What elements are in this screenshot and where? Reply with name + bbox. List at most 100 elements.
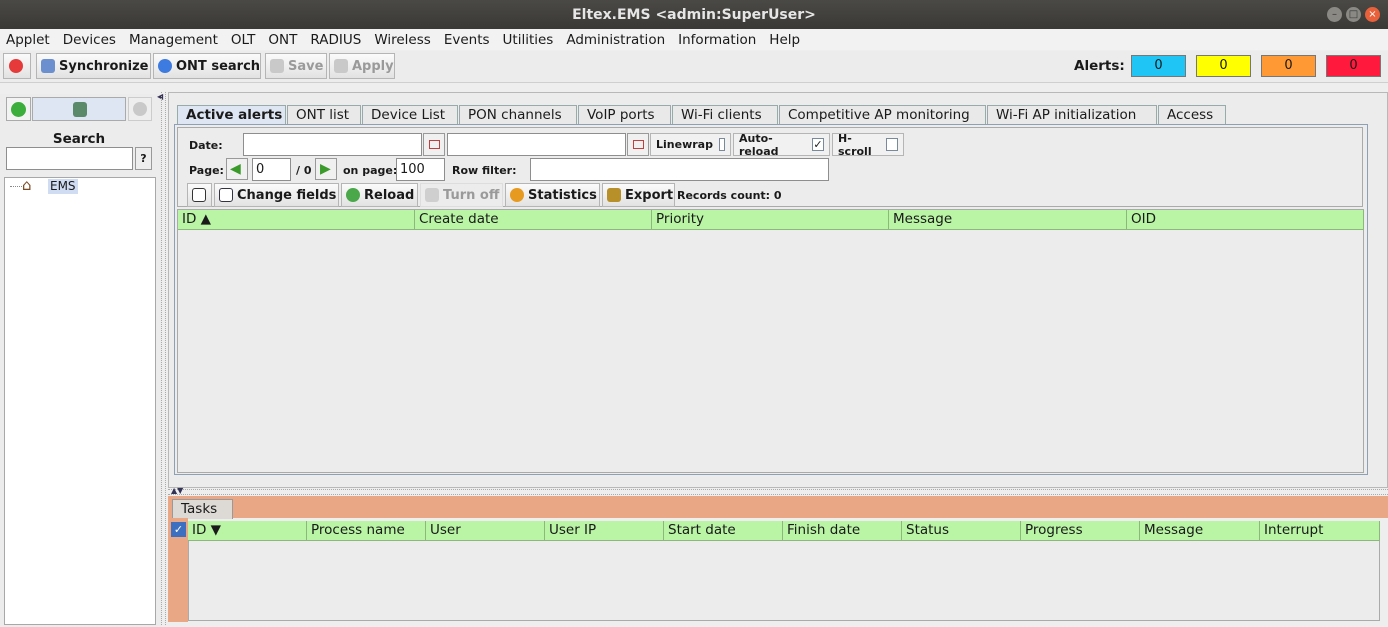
database-icon	[73, 102, 87, 117]
synchronize-label: Synchronize	[59, 58, 149, 74]
turn-off-button[interactable]: Turn off	[420, 183, 503, 207]
reload-button[interactable]: Reload	[341, 183, 418, 207]
menu-radius[interactable]: RADIUS	[310, 32, 361, 48]
column-header-oid[interactable]: OID	[1127, 210, 1364, 230]
menu-ont[interactable]: ONT	[268, 32, 297, 48]
tab-pon-channels[interactable]: PON channels	[459, 105, 577, 124]
tree-node-ems[interactable]: EMS	[48, 179, 78, 194]
menu-events[interactable]: Events	[444, 32, 490, 48]
task-column-process-name[interactable]: Process name	[307, 521, 426, 541]
linewrap-checkbox[interactable]: Linewrap	[650, 133, 731, 156]
prev-page-button[interactable]: ◀	[226, 158, 248, 180]
search-help-button[interactable]: ?	[135, 147, 152, 170]
synchronize-button[interactable]: Synchronize	[36, 53, 151, 79]
stop-icon	[9, 59, 23, 73]
select-all-icon[interactable]: ✓	[171, 522, 186, 537]
calendar-icon	[633, 140, 644, 149]
auto-reload-checkbox[interactable]: Auto-reload ✓	[733, 131, 830, 158]
arrow-left-icon: ◀	[230, 161, 241, 177]
linewrap-box	[718, 138, 725, 151]
statistics-button[interactable]: Statistics	[505, 183, 600, 207]
task-column-start-date[interactable]: Start date	[664, 521, 783, 541]
export-icon	[607, 188, 621, 202]
hscroll-box	[886, 138, 898, 151]
row-filter-input[interactable]	[530, 158, 829, 181]
tab-wifi-ap-initialization[interactable]: Wi-Fi AP initialization	[987, 105, 1157, 124]
window-titlebar: Eltex.EMS <admin:SuperUser>	[0, 0, 1388, 29]
next-page-button[interactable]: ▶	[315, 158, 337, 180]
tab-competitive-ap-monitoring[interactable]: Competitive AP monitoring	[779, 105, 986, 124]
tab-wifi-clients[interactable]: Wi-Fi clients	[672, 105, 778, 124]
splitter-arrows-icon[interactable]: ▲▼	[171, 486, 183, 495]
hscroll-checkbox[interactable]: H-scroll	[832, 132, 904, 158]
date-from-calendar-button[interactable]	[423, 133, 445, 156]
alert-count-major[interactable]: 0	[1261, 55, 1316, 77]
menu-olt[interactable]: OLT	[231, 32, 256, 48]
task-column-progress[interactable]: Progress	[1021, 521, 1140, 541]
remove-button[interactable]	[128, 97, 152, 121]
save-button[interactable]: Save	[265, 53, 327, 79]
task-column-user-ip[interactable]: User IP	[545, 521, 664, 541]
tab-active-alerts[interactable]: Active alerts	[177, 105, 286, 124]
alert-count-critical[interactable]: 0	[1326, 55, 1381, 77]
tab-device-list[interactable]: Device List	[362, 105, 458, 124]
database-button[interactable]	[32, 97, 126, 121]
task-column-interrupt[interactable]: Interrupt	[1260, 521, 1380, 541]
change-fields-button[interactable]: Change fields	[214, 183, 339, 207]
search-label: Search	[52, 131, 106, 147]
column-header-priority[interactable]: Priority	[652, 210, 889, 230]
menu-administration[interactable]: Administration	[566, 32, 665, 48]
warning-icon	[510, 188, 524, 202]
date-from-input[interactable]	[243, 133, 422, 156]
search-input[interactable]	[6, 147, 133, 170]
ont-search-button[interactable]: ONT search	[153, 53, 261, 79]
maximize-icon[interactable]: □	[1346, 7, 1361, 22]
menu-information[interactable]: Information	[678, 32, 756, 48]
menu-help[interactable]: Help	[769, 32, 800, 48]
search-icon	[158, 59, 172, 73]
alerts-label: Alerts:	[1074, 58, 1125, 74]
apply-icon	[334, 59, 348, 73]
window-title: Eltex.EMS <admin:SuperUser>	[572, 6, 816, 23]
task-column-message[interactable]: Message	[1140, 521, 1260, 541]
vertical-splitter[interactable]	[161, 92, 166, 625]
column-header-message[interactable]: Message	[889, 210, 1127, 230]
minimize-icon[interactable]: –	[1327, 7, 1342, 22]
ont-search-label: ONT search	[176, 58, 261, 74]
date-to-calendar-button[interactable]	[627, 133, 649, 156]
menu-management[interactable]: Management	[129, 32, 218, 48]
menu-devices[interactable]: Devices	[63, 32, 116, 48]
task-column-user[interactable]: User	[426, 521, 545, 541]
date-to-input[interactable]	[447, 133, 626, 156]
task-column-id[interactable]: ID ▼	[188, 521, 307, 541]
page-input[interactable]: 0	[252, 158, 291, 181]
on-page-input[interactable]: 100	[396, 158, 445, 181]
tab-tasks[interactable]: Tasks	[172, 499, 233, 519]
save-icon	[270, 59, 284, 73]
tab-access[interactable]: Access	[1158, 105, 1226, 124]
columns-button[interactable]	[187, 183, 212, 207]
alert-count-warning[interactable]: 0	[1196, 55, 1251, 77]
tab-voip-ports[interactable]: VoIP ports	[578, 105, 671, 124]
alerts-table	[177, 209, 1364, 473]
close-icon[interactable]: ×	[1365, 7, 1380, 22]
menu-wireless[interactable]: Wireless	[374, 32, 431, 48]
auto-reload-label: Auto-reload	[739, 131, 779, 158]
tab-ont-list[interactable]: ONT list	[287, 105, 361, 124]
stop-button[interactable]	[3, 53, 31, 79]
remove-icon	[133, 102, 147, 116]
alert-count-info[interactable]: 0	[1131, 55, 1186, 77]
task-column-finish-date[interactable]: Finish date	[783, 521, 902, 541]
column-header-id[interactable]: ID ▲	[178, 210, 415, 230]
add-button[interactable]	[6, 97, 31, 121]
menu-applet[interactable]: Applet	[6, 32, 50, 48]
on-page-label: on page:	[343, 164, 398, 177]
list-icon	[192, 188, 206, 202]
export-button[interactable]: Export	[602, 183, 675, 207]
records-count: Records count: 0	[677, 189, 782, 202]
menu-utilities[interactable]: Utilities	[503, 32, 554, 48]
horizontal-splitter[interactable]	[168, 489, 1388, 495]
task-column-status[interactable]: Status	[902, 521, 1021, 541]
column-header-create-date[interactable]: Create date	[415, 210, 652, 230]
apply-button[interactable]: Apply	[329, 53, 395, 79]
